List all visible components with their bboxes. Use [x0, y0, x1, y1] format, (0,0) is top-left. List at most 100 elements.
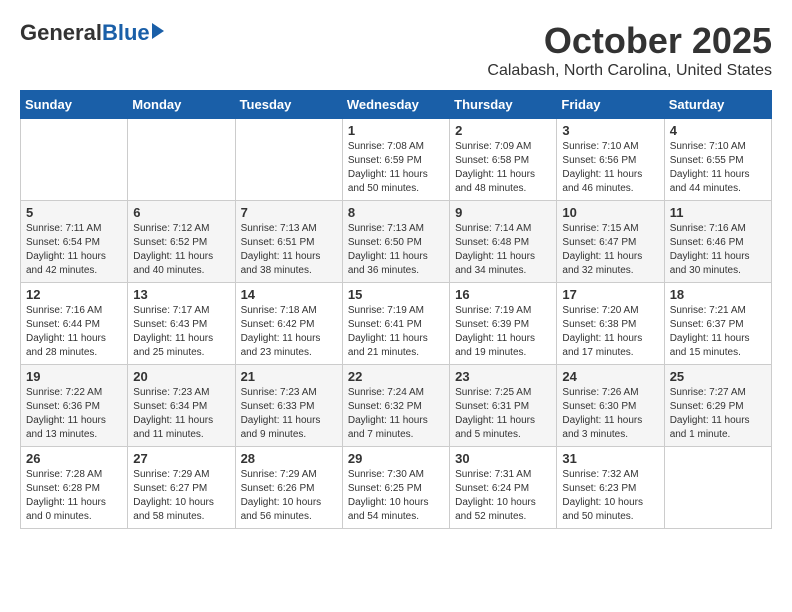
month-title: October 2025 — [487, 20, 772, 62]
calendar-cell: 17 Sunrise: 7:20 AM Sunset: 6:38 PM Dayli… — [557, 283, 664, 365]
calendar-week-row: 12 Sunrise: 7:16 AM Sunset: 6:44 PM Dayli… — [21, 283, 772, 365]
day-number: 11 — [670, 205, 766, 220]
day-info: Sunrise: 7:10 AM Sunset: 6:56 PM Dayligh… — [562, 140, 658, 196]
calendar-cell: 27 Sunrise: 7:29 AM Sunset: 6:27 PM Dayli… — [128, 447, 235, 529]
day-info: Sunrise: 7:30 AM Sunset: 6:25 PM Dayligh… — [348, 468, 444, 524]
weekday-header-tuesday: Tuesday — [235, 91, 342, 119]
day-info: Sunrise: 7:16 AM Sunset: 6:46 PM Dayligh… — [670, 222, 766, 278]
calendar-header-row: SundayMondayTuesdayWednesdayThursdayFrid… — [21, 91, 772, 119]
calendar-cell: 16 Sunrise: 7:19 AM Sunset: 6:39 PM Dayli… — [450, 283, 557, 365]
day-info: Sunrise: 7:17 AM Sunset: 6:43 PM Dayligh… — [133, 304, 229, 360]
day-number: 6 — [133, 205, 229, 220]
weekday-header-saturday: Saturday — [664, 91, 771, 119]
day-info: Sunrise: 7:13 AM Sunset: 6:50 PM Dayligh… — [348, 222, 444, 278]
calendar-cell: 22 Sunrise: 7:24 AM Sunset: 6:32 PM Dayli… — [342, 365, 449, 447]
day-number: 30 — [455, 451, 551, 466]
calendar-week-row: 5 Sunrise: 7:11 AM Sunset: 6:54 PM Daylig… — [21, 201, 772, 283]
day-number: 8 — [348, 205, 444, 220]
calendar-cell: 23 Sunrise: 7:25 AM Sunset: 6:31 PM Dayli… — [450, 365, 557, 447]
day-info: Sunrise: 7:31 AM Sunset: 6:24 PM Dayligh… — [455, 468, 551, 524]
day-number: 16 — [455, 287, 551, 302]
day-number: 19 — [26, 369, 122, 384]
day-number: 7 — [241, 205, 337, 220]
logo-arrow-icon — [152, 23, 164, 39]
calendar-cell: 25 Sunrise: 7:27 AM Sunset: 6:29 PM Dayli… — [664, 365, 771, 447]
calendar-cell: 30 Sunrise: 7:31 AM Sunset: 6:24 PM Dayli… — [450, 447, 557, 529]
day-number: 4 — [670, 123, 766, 138]
day-number: 27 — [133, 451, 229, 466]
day-number: 29 — [348, 451, 444, 466]
calendar-cell: 1Sunrise: 7:08 AM Sunset: 6:59 PM Daylig… — [342, 119, 449, 201]
day-info: Sunrise: 7:08 AM Sunset: 6:59 PM Dayligh… — [348, 140, 444, 196]
calendar-cell: 28 Sunrise: 7:29 AM Sunset: 6:26 PM Dayli… — [235, 447, 342, 529]
day-number: 25 — [670, 369, 766, 384]
calendar-cell: 4 Sunrise: 7:10 AM Sunset: 6:55 PM Daylig… — [664, 119, 771, 201]
calendar-cell: 8 Sunrise: 7:13 AM Sunset: 6:50 PM Daylig… — [342, 201, 449, 283]
calendar-cell: 3Sunrise: 7:10 AM Sunset: 6:56 PM Daylig… — [557, 119, 664, 201]
day-number: 14 — [241, 287, 337, 302]
day-info: Sunrise: 7:25 AM Sunset: 6:31 PM Dayligh… — [455, 386, 551, 442]
weekday-header-monday: Monday — [128, 91, 235, 119]
day-info: Sunrise: 7:26 AM Sunset: 6:30 PM Dayligh… — [562, 386, 658, 442]
day-info: Sunrise: 7:18 AM Sunset: 6:42 PM Dayligh… — [241, 304, 337, 360]
day-number: 22 — [348, 369, 444, 384]
day-info: Sunrise: 7:27 AM Sunset: 6:29 PM Dayligh… — [670, 386, 766, 442]
location-subtitle: Calabash, North Carolina, United States — [487, 62, 772, 80]
day-info: Sunrise: 7:10 AM Sunset: 6:55 PM Dayligh… — [670, 140, 766, 196]
day-info: Sunrise: 7:14 AM Sunset: 6:48 PM Dayligh… — [455, 222, 551, 278]
calendar-cell: 15 Sunrise: 7:19 AM Sunset: 6:41 PM Dayli… — [342, 283, 449, 365]
day-info: Sunrise: 7:23 AM Sunset: 6:33 PM Dayligh… — [241, 386, 337, 442]
weekday-header-wednesday: Wednesday — [342, 91, 449, 119]
calendar-cell: 11 Sunrise: 7:16 AM Sunset: 6:46 PM Dayli… — [664, 201, 771, 283]
calendar-cell: 31Sunrise: 7:32 AM Sunset: 6:23 PM Dayli… — [557, 447, 664, 529]
weekday-header-sunday: Sunday — [21, 91, 128, 119]
calendar-cell: 20Sunrise: 7:23 AM Sunset: 6:34 PM Dayli… — [128, 365, 235, 447]
day-number: 23 — [455, 369, 551, 384]
calendar-cell — [21, 119, 128, 201]
day-number: 9 — [455, 205, 551, 220]
day-info: Sunrise: 7:28 AM Sunset: 6:28 PM Dayligh… — [26, 468, 122, 524]
day-info: Sunrise: 7:19 AM Sunset: 6:39 PM Dayligh… — [455, 304, 551, 360]
day-info: Sunrise: 7:11 AM Sunset: 6:54 PM Dayligh… — [26, 222, 122, 278]
day-number: 21 — [241, 369, 337, 384]
day-info: Sunrise: 7:19 AM Sunset: 6:41 PM Dayligh… — [348, 304, 444, 360]
day-info: Sunrise: 7:16 AM Sunset: 6:44 PM Dayligh… — [26, 304, 122, 360]
weekday-header-thursday: Thursday — [450, 91, 557, 119]
day-number: 15 — [348, 287, 444, 302]
calendar-cell: 9 Sunrise: 7:14 AM Sunset: 6:48 PM Daylig… — [450, 201, 557, 283]
calendar-cell: 19 Sunrise: 7:22 AM Sunset: 6:36 PM Dayli… — [21, 365, 128, 447]
day-number: 26 — [26, 451, 122, 466]
day-number: 10 — [562, 205, 658, 220]
calendar-cell: 24 Sunrise: 7:26 AM Sunset: 6:30 PM Dayli… — [557, 365, 664, 447]
day-info: Sunrise: 7:12 AM Sunset: 6:52 PM Dayligh… — [133, 222, 229, 278]
day-number: 13 — [133, 287, 229, 302]
calendar-week-row: 19 Sunrise: 7:22 AM Sunset: 6:36 PM Dayli… — [21, 365, 772, 447]
calendar-cell — [128, 119, 235, 201]
day-number: 24 — [562, 369, 658, 384]
calendar-cell: 12 Sunrise: 7:16 AM Sunset: 6:44 PM Dayli… — [21, 283, 128, 365]
calendar-cell: 26 Sunrise: 7:28 AM Sunset: 6:28 PM Dayli… — [21, 447, 128, 529]
day-info: Sunrise: 7:22 AM Sunset: 6:36 PM Dayligh… — [26, 386, 122, 442]
weekday-header-friday: Friday — [557, 91, 664, 119]
day-number: 28 — [241, 451, 337, 466]
day-info: Sunrise: 7:24 AM Sunset: 6:32 PM Dayligh… — [348, 386, 444, 442]
day-info: Sunrise: 7:13 AM Sunset: 6:51 PM Dayligh… — [241, 222, 337, 278]
calendar-week-row: 26 Sunrise: 7:28 AM Sunset: 6:28 PM Dayli… — [21, 447, 772, 529]
day-info: Sunrise: 7:15 AM Sunset: 6:47 PM Dayligh… — [562, 222, 658, 278]
day-number: 31 — [562, 451, 658, 466]
day-info: Sunrise: 7:21 AM Sunset: 6:37 PM Dayligh… — [670, 304, 766, 360]
day-info: Sunrise: 7:29 AM Sunset: 6:26 PM Dayligh… — [241, 468, 337, 524]
calendar-cell: 10 Sunrise: 7:15 AM Sunset: 6:47 PM Dayli… — [557, 201, 664, 283]
day-number: 5 — [26, 205, 122, 220]
calendar-week-row: 1Sunrise: 7:08 AM Sunset: 6:59 PM Daylig… — [21, 119, 772, 201]
calendar-cell: 7 Sunrise: 7:13 AM Sunset: 6:51 PM Daylig… — [235, 201, 342, 283]
calendar-cell: 14 Sunrise: 7:18 AM Sunset: 6:42 PM Dayli… — [235, 283, 342, 365]
day-number: 12 — [26, 287, 122, 302]
calendar-cell: 2Sunrise: 7:09 AM Sunset: 6:58 PM Daylig… — [450, 119, 557, 201]
day-info: Sunrise: 7:29 AM Sunset: 6:27 PM Dayligh… — [133, 468, 229, 524]
calendar-cell — [664, 447, 771, 529]
day-info: Sunrise: 7:20 AM Sunset: 6:38 PM Dayligh… — [562, 304, 658, 360]
day-number: 20 — [133, 369, 229, 384]
day-number: 17 — [562, 287, 658, 302]
calendar-cell: 21 Sunrise: 7:23 AM Sunset: 6:33 PM Dayli… — [235, 365, 342, 447]
